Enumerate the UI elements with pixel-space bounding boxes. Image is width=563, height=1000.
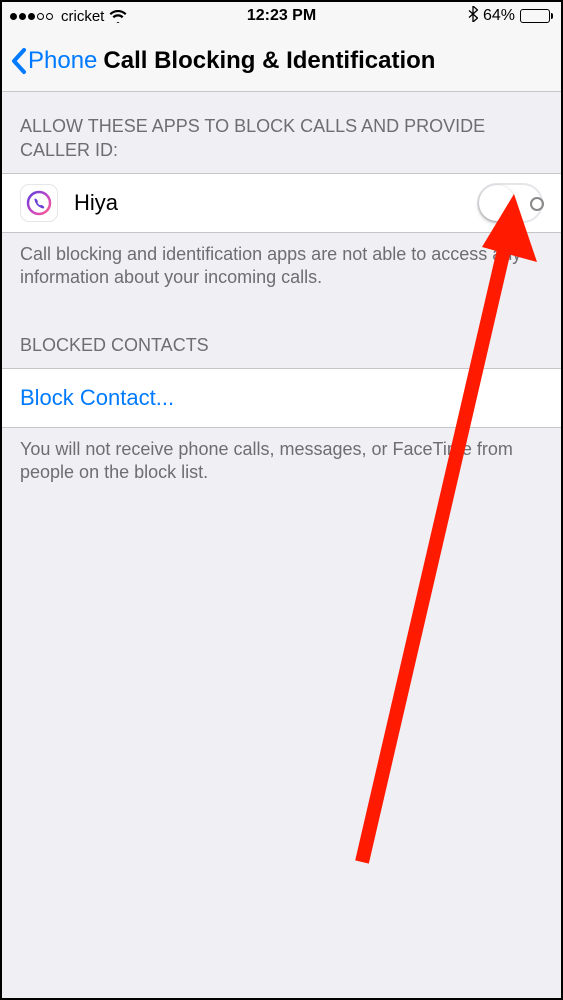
hiya-app-icon bbox=[20, 184, 58, 222]
nav-bar: Phone Call Blocking & Identification bbox=[2, 30, 561, 92]
app-row-hiya[interactable]: Hiya bbox=[2, 173, 561, 233]
back-label: Phone bbox=[28, 47, 97, 75]
status-right: 64% bbox=[468, 6, 553, 27]
section-header-allow-apps: ALLOW THESE APPS TO BLOCK CALLS AND PROV… bbox=[2, 92, 561, 173]
page-title: Call Blocking & Identification bbox=[103, 47, 435, 75]
carrier-label: cricket bbox=[61, 8, 104, 25]
section-footer-allow-apps: Call blocking and identification apps ar… bbox=[2, 233, 561, 306]
toggle-switch[interactable] bbox=[477, 183, 543, 223]
app-label: Hiya bbox=[74, 190, 477, 216]
block-contact-button[interactable]: Block Contact... bbox=[2, 368, 561, 428]
section-header-blocked: BLOCKED CONTACTS bbox=[2, 305, 561, 367]
bluetooth-icon bbox=[468, 6, 478, 27]
status-time: 12:23 PM bbox=[247, 7, 316, 25]
section-footer-blocked: You will not receive phone calls, messag… bbox=[2, 428, 561, 501]
status-bar: cricket 12:23 PM 64% bbox=[2, 2, 561, 30]
chevron-left-icon bbox=[10, 46, 28, 76]
toggle-knob bbox=[479, 185, 515, 221]
battery-percent-label: 64% bbox=[483, 7, 515, 25]
battery-icon bbox=[520, 9, 553, 23]
back-button[interactable]: Phone bbox=[10, 46, 97, 76]
signal-strength-icon bbox=[10, 13, 53, 20]
status-left: cricket bbox=[10, 8, 127, 25]
block-contact-label: Block Contact... bbox=[20, 385, 174, 411]
wifi-icon bbox=[109, 10, 127, 23]
